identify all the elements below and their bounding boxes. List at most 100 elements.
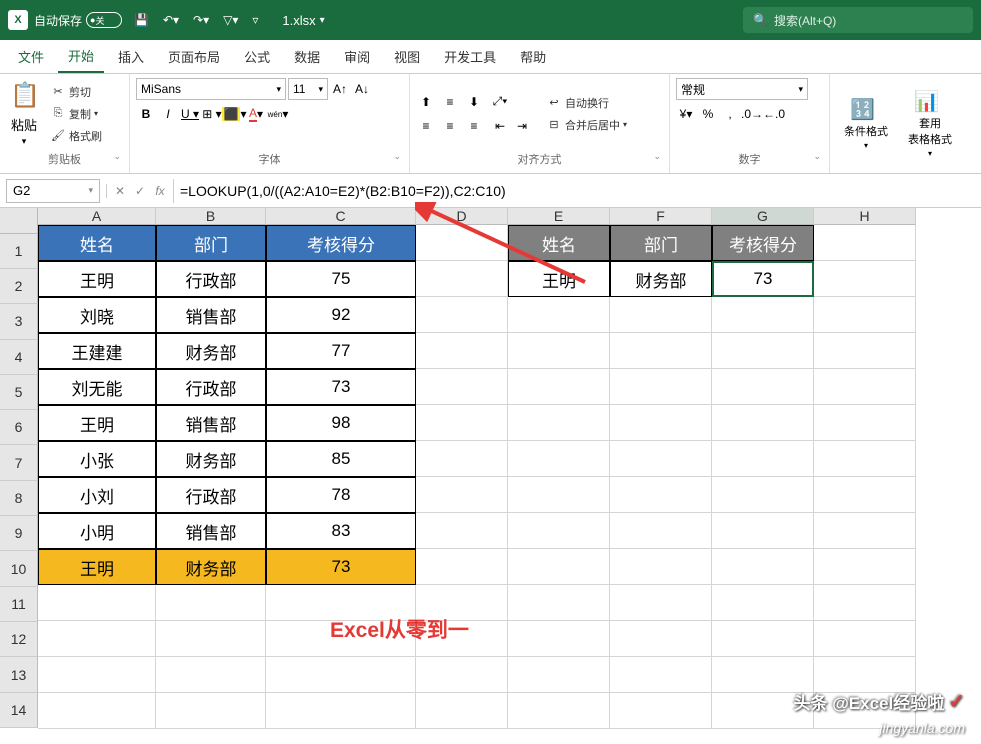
cell[interactable]: 行政部 xyxy=(156,477,266,513)
cell[interactable] xyxy=(416,513,508,549)
paste-button[interactable]: 📋 粘贴 ▾ xyxy=(6,79,42,149)
cell[interactable] xyxy=(712,477,814,513)
currency-button[interactable]: ¥▾ xyxy=(676,104,696,124)
cell[interactable] xyxy=(416,477,508,513)
cell[interactable]: 王明 xyxy=(508,261,610,297)
cell[interactable] xyxy=(508,297,610,333)
percent-button[interactable]: % xyxy=(698,104,718,124)
cell[interactable] xyxy=(814,441,916,477)
align-center-button[interactable]: ≡ xyxy=(440,116,460,136)
decrease-indent-button[interactable]: ⇤ xyxy=(490,116,510,136)
cell[interactable] xyxy=(38,585,156,621)
orientation-button[interactable]: ⤢▾ xyxy=(490,92,510,112)
cell[interactable] xyxy=(508,549,610,585)
cell[interactable]: 考核得分 xyxy=(266,225,416,261)
cell[interactable]: 刘无能 xyxy=(38,369,156,405)
cell[interactable] xyxy=(416,441,508,477)
autosave-toggle[interactable]: 自动保存 ● 关 xyxy=(34,12,122,29)
col-header[interactable]: A xyxy=(38,208,156,225)
cell[interactable] xyxy=(712,585,814,621)
col-header[interactable]: F xyxy=(610,208,712,225)
row-header[interactable]: 4 xyxy=(0,340,38,375)
align-left-button[interactable]: ≡ xyxy=(416,116,436,136)
cell[interactable] xyxy=(156,657,266,693)
cell[interactable]: 王明 xyxy=(38,261,156,297)
font-name-select[interactable]: MiSans▾ xyxy=(136,78,286,100)
cell[interactable] xyxy=(38,657,156,693)
align-top-button[interactable]: ⬆ xyxy=(416,92,436,112)
cell[interactable] xyxy=(38,693,156,729)
col-header[interactable]: B xyxy=(156,208,266,225)
tab-formulas[interactable]: 公式 xyxy=(234,41,280,72)
cell[interactable]: 部门 xyxy=(156,225,266,261)
cell[interactable] xyxy=(156,621,266,657)
cell[interactable] xyxy=(610,549,712,585)
decrease-decimal-button[interactable]: ←.0 xyxy=(764,104,784,124)
cell[interactable]: 财务部 xyxy=(610,261,712,297)
cell[interactable]: 83 xyxy=(266,513,416,549)
cell[interactable] xyxy=(712,405,814,441)
cell[interactable] xyxy=(712,657,814,693)
row-header[interactable]: 3 xyxy=(0,304,38,339)
cell[interactable] xyxy=(712,369,814,405)
number-format-select[interactable]: 常规▾ xyxy=(676,78,808,100)
cell[interactable] xyxy=(712,513,814,549)
cell[interactable] xyxy=(610,333,712,369)
row-header[interactable]: 5 xyxy=(0,375,38,410)
cell[interactable] xyxy=(266,693,416,729)
cell[interactable] xyxy=(712,441,814,477)
cell[interactable] xyxy=(814,333,916,369)
cell[interactable] xyxy=(814,585,916,621)
cut-button[interactable]: ✂剪切 xyxy=(46,82,106,102)
cell[interactable] xyxy=(610,585,712,621)
increase-font-button[interactable]: A↑ xyxy=(330,79,350,99)
cell[interactable]: 部门 xyxy=(610,225,712,261)
cell[interactable] xyxy=(814,369,916,405)
cancel-icon[interactable]: ✕ xyxy=(111,184,129,198)
select-all-corner[interactable] xyxy=(0,208,38,234)
comma-button[interactable]: , xyxy=(720,104,740,124)
cell[interactable]: 85 xyxy=(266,441,416,477)
fx-icon[interactable]: fx xyxy=(151,184,169,198)
cell[interactable] xyxy=(508,693,610,729)
cell[interactable] xyxy=(508,513,610,549)
cell[interactable]: 姓名 xyxy=(38,225,156,261)
row-header[interactable]: 6 xyxy=(0,410,38,445)
cell[interactable] xyxy=(814,477,916,513)
tab-insert[interactable]: 插入 xyxy=(108,41,154,72)
tab-pagelayout[interactable]: 页面布局 xyxy=(158,41,230,72)
align-bottom-button[interactable]: ⬇ xyxy=(464,92,484,112)
cell[interactable] xyxy=(416,261,508,297)
cell[interactable]: 75 xyxy=(266,261,416,297)
cell[interactable] xyxy=(610,513,712,549)
col-header[interactable]: E xyxy=(508,208,610,225)
cell[interactable] xyxy=(814,297,916,333)
cell[interactable] xyxy=(416,549,508,585)
row-header[interactable]: 12 xyxy=(0,622,38,657)
conditional-format-button[interactable]: 🔢 条件格式 ▾ xyxy=(836,93,896,154)
cell[interactable] xyxy=(508,621,610,657)
cell[interactable]: 考核得分 xyxy=(712,225,814,261)
cell[interactable] xyxy=(508,333,610,369)
tab-home[interactable]: 开始 xyxy=(58,40,104,73)
cell[interactable] xyxy=(416,693,508,729)
cell[interactable] xyxy=(508,405,610,441)
cell-grid[interactable]: 姓名 部门 考核得分 姓名 部门 考核得分 王明 行政部 75 王明 财务部 7… xyxy=(38,225,981,729)
redo-icon[interactable]: ↷▾ xyxy=(189,11,213,29)
col-header[interactable]: H xyxy=(814,208,916,225)
cell[interactable] xyxy=(508,477,610,513)
cell[interactable] xyxy=(814,621,916,657)
accept-icon[interactable]: ✓ xyxy=(131,184,149,198)
cell[interactable]: 刘晓 xyxy=(38,297,156,333)
phonetic-button[interactable]: wén▾ xyxy=(268,104,288,124)
formatpainter-button[interactable]: 🖌格式刷 xyxy=(46,126,106,146)
cell[interactable] xyxy=(610,693,712,729)
cell[interactable] xyxy=(814,405,916,441)
cell[interactable]: 王明 xyxy=(38,405,156,441)
row-header[interactable]: 7 xyxy=(0,445,38,480)
cell[interactable]: 财务部 xyxy=(156,333,266,369)
cell[interactable]: 98 xyxy=(266,405,416,441)
row-header[interactable]: 2 xyxy=(0,269,38,304)
cell[interactable]: 73 xyxy=(266,369,416,405)
cell[interactable] xyxy=(610,405,712,441)
